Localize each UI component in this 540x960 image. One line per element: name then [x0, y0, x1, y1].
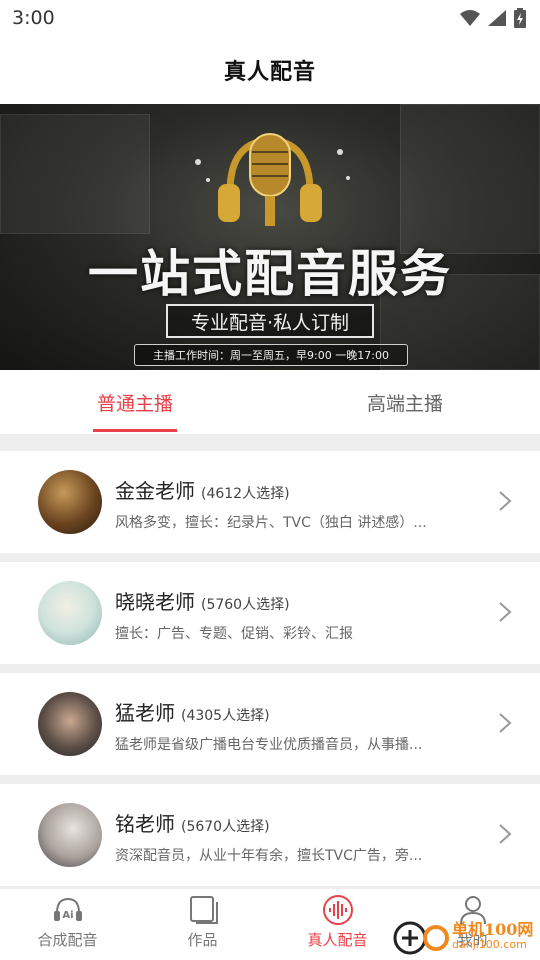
teacher-list: 金金老师 (4612人选择) 风格多变，擅长：纪录片、TVC（独白 讲述感）...… — [0, 434, 540, 888]
app-header: 真人配音 — [0, 36, 540, 104]
teacher-name: 铭老师 (5670人选择) — [115, 812, 270, 836]
plus-circle-icon — [393, 921, 449, 955]
teacher-name: 猛老师 (4305人选择) — [115, 701, 270, 725]
list-item[interactable]: 猛老师 (4305人选择) 猛老师是省级广播电台专业优质播音员，从事播... — [0, 673, 540, 775]
signal-icon — [488, 10, 506, 26]
chevron-right-icon — [499, 824, 512, 844]
tab-premium-anchor[interactable]: 高端主播 — [270, 370, 540, 434]
anchor-tabs: 普通主播 高端主播 — [0, 370, 540, 434]
page-title: 真人配音 — [223, 60, 316, 85]
list-item[interactable]: 金金老师 (4612人选择) 风格多变，擅长：纪录片、TVC（独白 讲述感）... — [0, 451, 540, 553]
teacher-count: (5760人选择) — [201, 597, 290, 613]
watermark-brand: 单机100网 — [452, 920, 534, 939]
nav-real-dubbing[interactable]: 真人配音 — [270, 889, 405, 960]
chevron-right-icon — [499, 602, 512, 622]
banner-headline: 一站式配音服务 — [88, 245, 452, 303]
studio-panel-right — [400, 104, 540, 254]
chevron-right-icon — [499, 713, 512, 733]
status-icons — [460, 8, 526, 28]
tab-active-indicator — [93, 429, 177, 432]
avatar — [38, 470, 102, 534]
nav-works[interactable]: 作品 — [135, 889, 270, 960]
tab-regular-anchor[interactable]: 普通主播 — [0, 370, 270, 434]
svg-text:Ai: Ai — [62, 910, 73, 921]
teacher-desc: 风格多变，擅长：纪录片、TVC（独白 讲述感）... — [115, 515, 427, 531]
nav-label: 合成配音 — [37, 931, 98, 949]
status-bar: 3:00 — [0, 0, 540, 36]
nav-synthesis-dubbing[interactable]: Ai 合成配音 — [0, 889, 135, 960]
tab-label: 高端主播 — [366, 392, 443, 415]
tab-label: 普通主播 — [96, 392, 173, 415]
list-item[interactable]: 晓晓老师 (5760人选择) 擅长：广告、专题、促销、彩铃、汇报 — [0, 562, 540, 664]
teacher-count: (4612人选择) — [201, 486, 290, 502]
wifi-icon — [460, 10, 480, 26]
banner-hours: 主播工作时间：周一至周五，早9:00 一晚17:00 — [134, 344, 408, 366]
list-item[interactable]: 铭老师 (5670人选择) 资深配音员，从业十年有余，擅长TVC广告，旁... — [0, 784, 540, 886]
avatar — [38, 581, 102, 645]
studio-panel-left — [0, 114, 150, 234]
avatar — [38, 803, 102, 867]
works-icon — [189, 896, 218, 924]
ai-headset-icon: Ai — [53, 897, 82, 921]
avatar — [38, 692, 102, 756]
banner-subtitle: 专业配音·私人订制 — [166, 304, 374, 338]
microphone-icon — [195, 133, 350, 226]
teacher-desc: 擅长：广告、专题、促销、彩铃、汇报 — [115, 626, 353, 642]
nav-label: 真人配音 — [307, 931, 368, 949]
teacher-desc: 资深配音员，从业十年有余，擅长TVC广告，旁... — [115, 848, 423, 864]
promo-banner[interactable]: 一站式配音服务 专业配音·私人订制 主播工作时间：周一至周五，早9:00 一晚1… — [0, 104, 540, 370]
teacher-count: (4305人选择) — [181, 708, 270, 724]
battery-icon — [514, 8, 526, 28]
chevron-right-icon — [499, 491, 512, 511]
voice-wave-icon — [322, 895, 353, 925]
teacher-name: 晓晓老师 (5760人选择) — [115, 590, 290, 614]
nav-label: 作品 — [187, 931, 218, 949]
watermark-logo: 单机100网 danji100.com — [392, 914, 540, 960]
teacher-desc: 猛老师是省级广播电台专业优质播音员，从事播... — [115, 737, 423, 753]
teacher-name: 金金老师 (4612人选择) — [115, 479, 290, 503]
watermark-url: danji100.com — [452, 938, 527, 951]
status-time: 3:00 — [12, 7, 55, 29]
teacher-count: (5670人选择) — [181, 819, 270, 835]
